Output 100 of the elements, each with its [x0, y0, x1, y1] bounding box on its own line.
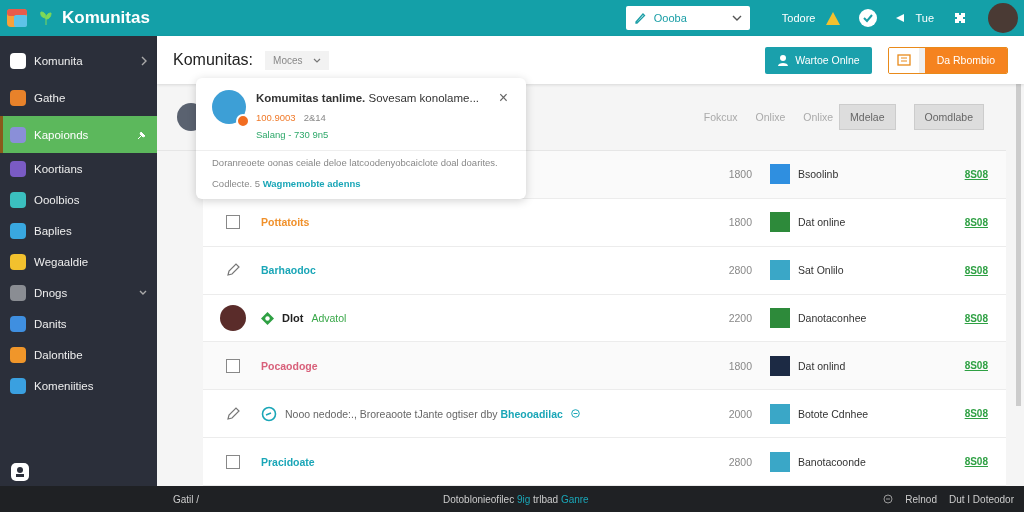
footer-link[interactable]: 9ig	[516, 493, 531, 505]
caret-icon	[312, 57, 321, 63]
value-link[interactable]: 8S08	[948, 168, 988, 180]
caret-icon	[731, 15, 742, 21]
sidebar-item[interactable]: Baplies	[0, 215, 157, 246]
item-name: Dat onlind	[798, 359, 847, 372]
status-label: Tue	[915, 12, 934, 24]
app-title: Komunitas	[62, 8, 150, 28]
sidebar-item[interactable]: Dnogs	[0, 277, 157, 308]
sidebar-item[interactable]: Komunita	[0, 42, 157, 79]
count-text: 2200	[727, 312, 753, 324]
user-name: Dlot	[282, 312, 304, 324]
photo-placeholder	[770, 403, 790, 424]
warning-icon[interactable]	[825, 10, 842, 26]
scrollbar[interactable]	[1016, 84, 1021, 406]
page-title: Komunitas:	[173, 51, 254, 69]
checkbox[interactable]	[226, 215, 240, 230]
user-status: Advatol	[311, 312, 347, 324]
popup-link[interactable]: Wagmemobte adenns	[262, 177, 361, 189]
value-link[interactable]: 8S08	[948, 456, 988, 468]
search-select[interactable]: Oooba	[625, 6, 750, 30]
item-name: Danotaconhee	[798, 312, 868, 324]
item-name: Dat online	[798, 216, 847, 229]
puzzle-icon[interactable]	[952, 10, 968, 26]
filter-button[interactable]: Mdelae	[839, 104, 896, 130]
breadcrumb-text: Gatil /	[173, 493, 201, 505]
pencil-icon[interactable]	[226, 263, 240, 278]
sidebar-item[interactable]: Kapoionds	[0, 116, 157, 153]
comment-text: Nooo nedode:., Broreaoote tJante ogtiser dby Bheooadilac	[285, 407, 563, 420]
footer-text: Relnod	[905, 493, 937, 505]
count-text: 1800	[727, 359, 753, 372]
sidebar-item[interactable]: Wegaaldie	[0, 246, 157, 277]
close-button[interactable]: ×	[496, 90, 510, 106]
chevron-down-icon	[139, 289, 147, 296]
footer-text: Dotoblonieofilec 9ig trlbad Ganre	[443, 493, 590, 505]
item-title[interactable]: Pracidoate	[261, 455, 315, 468]
popup-footer: Codlecte. 5 Wagmemobte adenns	[212, 177, 510, 189]
value-link[interactable]: 8S08	[948, 312, 988, 324]
list-row[interactable]: Pottatoits 1800 Dat online 8S08	[203, 198, 1006, 247]
status-text: Salang - 730 9n5	[256, 129, 330, 140]
item-name: Botote Cdnhee	[798, 407, 870, 420]
sidebar-item[interactable]: Komeniities	[0, 370, 157, 401]
comment-link[interactable]: Bheooadilac	[500, 407, 563, 420]
sidebar-item[interactable]: Gathe	[0, 79, 157, 116]
pencil-icon[interactable]	[226, 406, 240, 421]
user-icon[interactable]	[10, 462, 30, 482]
community-avatar-icon	[212, 90, 246, 124]
photo-placeholder	[770, 355, 790, 376]
clock-icon	[261, 405, 277, 422]
list-row[interactable]: Nooo nedode:., Broreaoote tJante ogtiser dby Bheooadilac 2000 Botote Cdnhee 8S08	[203, 390, 1006, 439]
list-row[interactable]: Pracidoate 2800 Banotacoonde 8S08	[203, 438, 1006, 486]
count-text: 2000	[727, 407, 753, 420]
item-name: Banotacoonde	[798, 455, 867, 468]
photo-placeholder	[770, 308, 790, 328]
item-name: Bsoolinb	[798, 168, 840, 181]
popup-description: Doranreoete oonas ceiale deloe latcoodenyobcaiclote doal doarites.	[212, 157, 499, 170]
pen-icon	[633, 12, 646, 24]
photo-placeholder	[770, 164, 790, 185]
chevron-right-icon	[141, 55, 147, 66]
value-link[interactable]: 8S08	[948, 264, 988, 276]
list-row[interactable]: Barhaodoc 2800 Sat Onlilo 8S08	[203, 246, 1006, 295]
count-note: 2&14	[303, 112, 326, 123]
photo-placeholder	[770, 260, 790, 281]
item-name: Sat Onlilo	[798, 264, 845, 277]
value-link[interactable]: 8S08	[948, 360, 988, 372]
add-member-button[interactable]: Wartoe Onlne	[765, 46, 872, 74]
filter-button[interactable]: Oomdlabe	[913, 104, 984, 130]
leaf-icon	[38, 10, 54, 26]
sidebar-item[interactable]: Ooolbios	[0, 184, 157, 215]
value-link[interactable]: 8S08	[948, 408, 988, 420]
footer-text: Dut I Doteodor	[948, 493, 1014, 505]
value-link[interactable]: 8S08	[948, 216, 988, 228]
footer-link[interactable]: Ganre	[560, 493, 589, 505]
photo-placeholder	[770, 212, 790, 233]
sidebar-item[interactable]: Danits	[0, 308, 157, 339]
count-text: 1800	[727, 168, 753, 181]
user-avatar	[220, 305, 246, 331]
count-text: 1800	[727, 216, 753, 229]
user-avatar[interactable]	[988, 3, 1018, 33]
filter-select[interactable]: Moces	[265, 50, 329, 70]
box-logo-icon	[6, 6, 30, 30]
action-button[interactable]: Da Rbombio	[887, 46, 1008, 74]
count-text: 100.9003	[256, 112, 296, 123]
list-row[interactable]: Pocaodoge 1800 Dat onlind 8S08	[203, 342, 1006, 391]
popup-title: Komumitas tanlime. Sovesam konolame...	[256, 92, 481, 104]
sidebar-item[interactable]: Dalontibe	[0, 339, 157, 370]
send-icon[interactable]	[895, 13, 906, 23]
list-row[interactable]: Dlot Advatol 2200 Danotaconhee 8S08	[203, 294, 1006, 343]
count-text: 2800	[727, 264, 753, 277]
person-icon	[777, 54, 790, 66]
sidebar-item[interactable]: Koortians	[0, 153, 157, 184]
checkbox[interactable]	[226, 358, 240, 373]
item-title[interactable]: Pottatoits	[261, 216, 310, 229]
alert-label: Todore	[781, 12, 816, 24]
item-title[interactable]: Barhaodoc	[261, 264, 316, 277]
item-title[interactable]: Pocaodoge	[261, 359, 318, 372]
count-text: 2800	[727, 455, 753, 468]
photo-placeholder	[770, 451, 790, 472]
check-circle-icon[interactable]	[859, 9, 878, 27]
checkbox[interactable]	[226, 454, 240, 469]
